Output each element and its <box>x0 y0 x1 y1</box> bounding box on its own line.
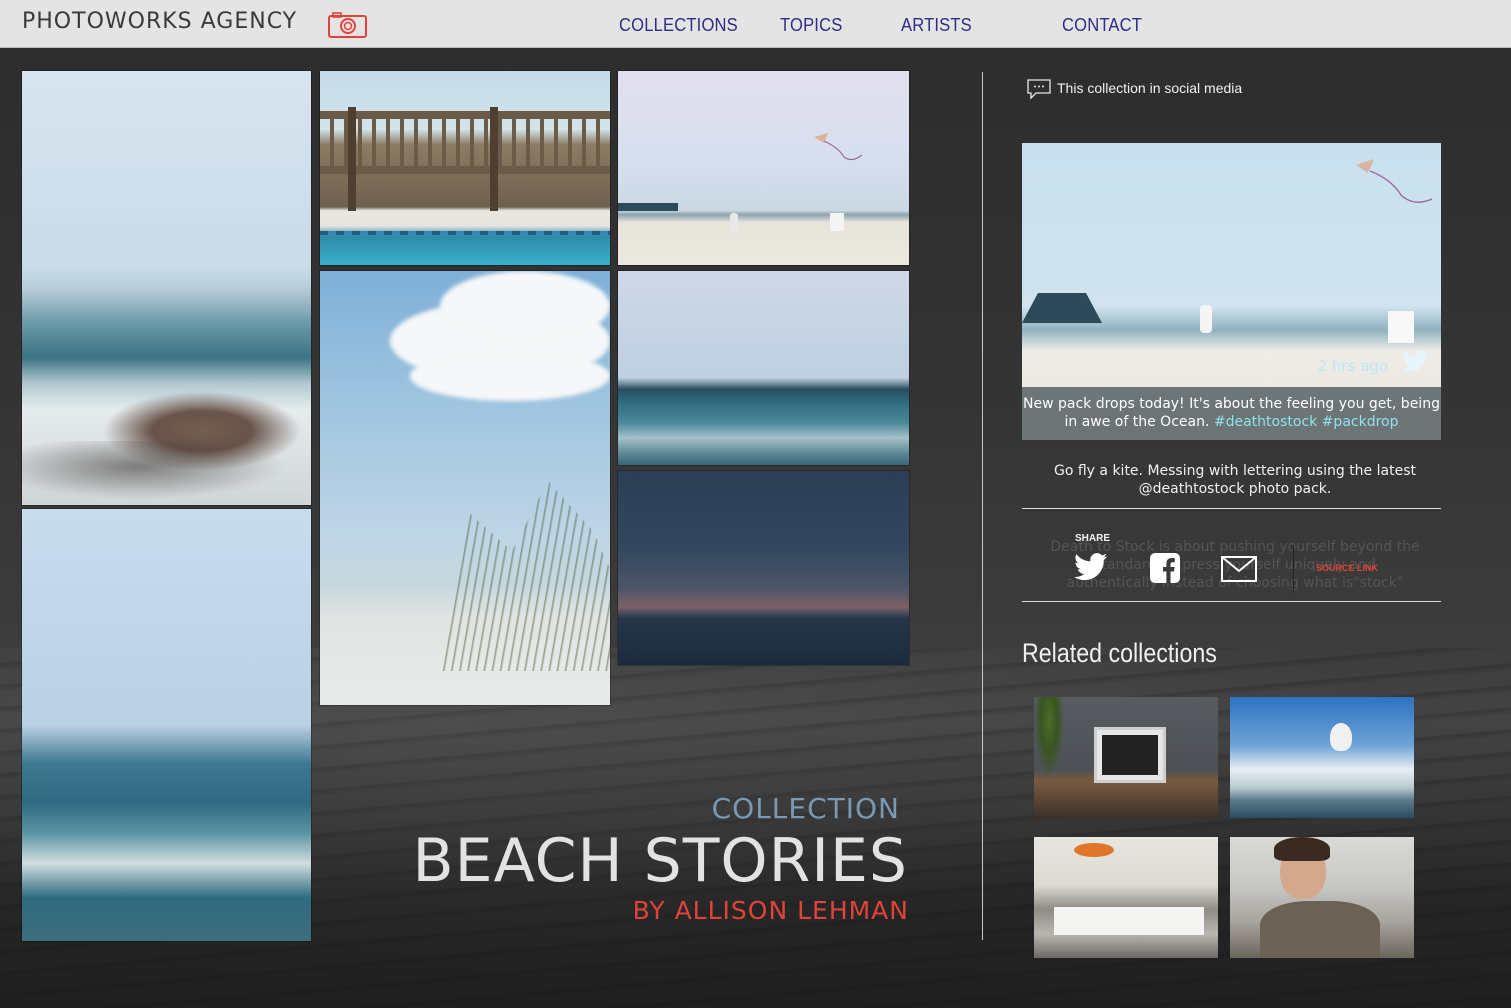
tweet-card[interactable]: 2 hrs ago New pack drops today! It's abo… <box>1022 143 1441 440</box>
top-bar: PHOTOWORKS AGENCY COLLECTIONS TOPICS ART… <box>0 0 1511 48</box>
divider <box>1022 508 1441 509</box>
brand-logo-text[interactable]: PHOTOWORKS AGENCY <box>22 9 297 34</box>
nav-collections[interactable]: COLLECTIONS <box>619 15 738 36</box>
mail-icon[interactable] <box>1221 556 1257 582</box>
photo-kite-beach[interactable] <box>618 71 909 265</box>
source-link[interactable]: SOURCE LINK <box>1316 563 1378 573</box>
nav-contact[interactable]: CONTACT <box>1062 15 1142 36</box>
social-heading-text: This collection in social media <box>1057 80 1243 96</box>
tweet-hashtags[interactable]: #deathtostock #packdrop <box>1214 414 1399 430</box>
divider <box>1022 601 1441 602</box>
photo-dune-grass[interactable] <box>320 271 610 705</box>
photo-waves[interactable] <box>618 271 909 465</box>
share-separator <box>1293 545 1294 593</box>
collection-label: COLLECTION <box>711 792 900 825</box>
related-collection-balloon[interactable] <box>1230 697 1414 818</box>
related-collections-title: Related collections <box>1022 638 1217 668</box>
speech-bubble-icon <box>1027 79 1051 100</box>
camera-icon <box>328 12 367 38</box>
twitter-icon[interactable] <box>1074 553 1108 581</box>
collection-title: BEACH STORIES <box>412 826 908 896</box>
related-collection-portrait[interactable] <box>1230 837 1414 958</box>
tweet-caption: New pack drops today! It's about the fee… <box>1022 387 1441 440</box>
related-collection-meeting[interactable] <box>1034 837 1218 958</box>
photo-dusk-sea[interactable] <box>618 471 909 665</box>
column-divider <box>982 72 983 940</box>
photo-shoreline[interactable] <box>22 509 311 941</box>
related-collection-laptop[interactable] <box>1034 697 1218 818</box>
tweet-time: 2 hrs ago <box>1317 357 1388 375</box>
photo-sea-seaweed[interactable] <box>22 71 311 505</box>
collection-author[interactable]: BY ALLISON LEHMAN <box>633 896 909 925</box>
twitter-icon[interactable] <box>1403 350 1429 372</box>
share-label: SHARE <box>1075 533 1111 544</box>
text-post: Go fly a kite. Messing with lettering us… <box>1054 463 1416 497</box>
facebook-icon[interactable] <box>1150 553 1180 583</box>
nav-topics[interactable]: TOPICS <box>780 15 842 36</box>
photo-pool-railing[interactable] <box>320 71 610 265</box>
nav-artists[interactable]: ARTISTS <box>901 15 972 36</box>
